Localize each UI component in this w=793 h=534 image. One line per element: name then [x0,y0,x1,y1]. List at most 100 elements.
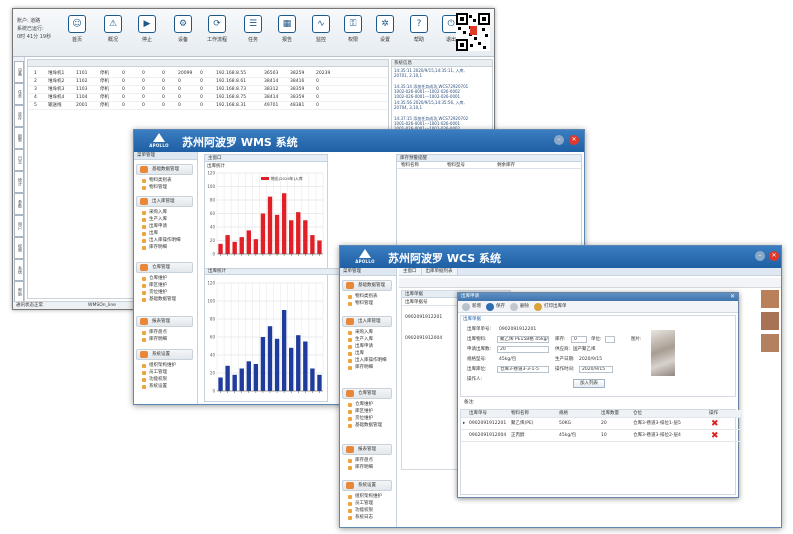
dialog-close-icon[interactable]: ✕ [730,293,735,301]
sidebar-item[interactable]: 基础数据管理 [142,297,176,303]
table-cell: 0 [162,95,165,100]
sidebar-section[interactable]: 基础数据管理 [342,280,392,291]
sidebar-item[interactable]: 库存明细 [348,365,373,371]
table-row[interactable]: 3 堆垛机3 1103 停机 0 0 0 0 0 192.168.8.73 38312 38359 0 [28,86,388,94]
sidebar-item[interactable]: 库存明细 [142,337,167,343]
y-tick-label: 80 [210,317,216,322]
vertical-tab[interactable]: 任务 [14,83,24,105]
delete-icon [510,303,518,311]
sidebar-section[interactable]: 出入库管理 [136,196,193,207]
sidebar-section[interactable]: 仓库管理 [136,262,193,273]
sidebar-item[interactable]: 基础数据管理 [348,423,382,429]
sidebar-section[interactable]: 系统设置 [342,480,392,491]
vertical-tab[interactable]: 权限 [14,237,24,259]
stop-icon: ▶ [138,15,156,33]
y-tick-label: 120 [207,281,215,286]
sidebar-item[interactable]: 库存明细 [348,465,373,471]
bar [218,243,223,254]
vertical-tab[interactable]: 参数 [14,193,24,215]
sidebar-item[interactable]: 仓库维护 [348,402,373,408]
sidebar-item[interactable]: 员工管理 [142,370,167,376]
delete-row-icon[interactable]: ✖ [711,430,719,442]
delete-button[interactable]: 删除 [510,303,529,311]
detail-row[interactable]: 0902091912004 正丙醇 45kg/包 10 仓库3-巷道3-排位2-层4 ✖ [461,430,741,442]
vertical-tab[interactable]: 帮助 [14,281,24,303]
sidebar-item[interactable]: 组织架构维护 [348,494,382,500]
toolbar-button-5[interactable]: ⟳ 工作流程 [197,15,237,43]
bar [303,341,308,391]
sidebar-section[interactable]: 仓库管理 [342,388,392,399]
sidebar-item[interactable]: 物料管理 [348,301,373,307]
location-select[interactable]: 仓库3-巷道3-3-1-5 [497,366,549,373]
sidebar-item[interactable]: 物料类别表 [142,178,172,184]
toolbar-button-3[interactable]: ▶ 停止 [127,15,167,43]
picture-label: 图片: [631,337,642,342]
vertical-tab[interactable]: 系统 [14,259,24,281]
vertical-tab[interactable]: 统计 [14,171,24,193]
delete-row-icon[interactable]: ✖ [711,418,719,430]
sidebar-item[interactable]: 出库 [142,231,158,237]
close-icon[interactable]: ✕ [569,135,579,145]
material-select[interactable]: 聚乙烯 PE15B格 45kg/包 [497,336,549,343]
sidebar-section[interactable]: 出入库管理 [342,316,392,327]
sidebar-item[interactable]: 生产入库 [348,337,373,343]
vertical-tab[interactable]: 设备 [14,61,24,83]
sidebar-item[interactable]: 货位维护 [348,416,373,422]
vertical-tab[interactable]: 库存 [14,105,24,127]
sidebar-item[interactable]: 采购入库 [348,330,373,336]
minimize-icon[interactable]: – [554,135,564,145]
sidebar-item[interactable]: 库区维护 [142,283,167,289]
tab-main[interactable]: 主窗口 [399,268,422,275]
qty-input[interactable]: 20 [497,346,549,353]
sidebar-item[interactable]: 系统设置 [142,384,167,390]
minimize-icon[interactable]: – [755,251,765,261]
sidebar-section[interactable]: 系统设置 [136,349,193,360]
sidebar-item[interactable]: 功能权限 [142,377,167,383]
add-to-list-button[interactable]: 加入列表 [573,379,605,388]
save-button[interactable]: 保存 [486,303,505,311]
sidebar-item[interactable]: 出入库操作明细 [348,358,387,364]
list-row[interactable]: 0902091912004 [405,336,442,341]
op-time-input[interactable]: 2020/9/15 [579,366,613,373]
table-row[interactable]: 5 输送线 2001 停机 0 0 0 0 0 192.168.8.31 49701 48381 0 [28,102,388,110]
dialog-title: 出库申请 ✕ [458,293,738,301]
sidebar-item[interactable]: 组织架构维护 [142,363,176,369]
sidebar-item[interactable]: 货位维护 [142,290,167,296]
vertical-tab[interactable]: 用户 [14,215,24,237]
detail-row[interactable]: ▸ 0902091912201 聚乙烯(PE) 50KG 20 仓库3-巷道3-排位1-层… [461,418,741,430]
sidebar-section[interactable]: 报表管理 [136,316,193,327]
sidebar-item[interactable]: 库存盘点 [348,458,373,464]
tab-outbound-list[interactable]: 出库单据列表 [421,268,458,275]
sidebar-item[interactable]: 生产入库 [142,217,167,223]
legend-swatch [261,177,269,180]
table-row[interactable]: 2 堆垛机2 1102 停机 0 0 0 0 0 192.168.8.61 38414 38416 0 [28,78,388,86]
sidebar-item[interactable]: 功能权限 [348,508,373,514]
vertical-tab[interactable]: 报警 [14,127,24,149]
sidebar-item[interactable]: 出库 [348,351,364,357]
print-button[interactable]: 打印出库单 [534,303,567,311]
sidebar-item[interactable]: 库存明细 [142,245,167,251]
close-icon[interactable]: ✕ [769,251,779,261]
sidebar-item[interactable]: 员工管理 [348,501,373,507]
sidebar-item[interactable]: 出库申请 [142,224,167,230]
new-button[interactable]: 新增 [462,303,481,311]
vertical-tab[interactable]: 日志 [14,149,24,171]
sidebar-section[interactable]: 报表管理 [342,444,392,455]
toolbar-button-1[interactable]: ☺ 首页 [57,15,97,43]
list-row[interactable]: 0902091912201 [405,315,442,320]
sidebar-item[interactable]: 库区维护 [348,409,373,415]
sidebar-item[interactable]: 出库申请 [348,344,373,350]
sidebar-item[interactable]: 物料类别表 [348,294,378,300]
section-label: 系统设置 [358,483,376,488]
table-row[interactable]: 4 堆垛机4 1104 停机 0 0 0 0 0 192.168.8.75 38414 38359 0 [28,94,388,102]
sidebar-item[interactable]: 库存盘点 [142,330,167,336]
table-cell: 0 [162,87,165,92]
sidebar-item[interactable]: 仓库维护 [142,276,167,282]
sidebar-item[interactable]: 出入库操作明细 [142,238,181,244]
operator-label: 操作人: [467,377,483,382]
sidebar-item[interactable]: 采购入库 [142,210,167,216]
sidebar-item[interactable]: 系统日志 [348,515,373,521]
sidebar-item[interactable]: 物料管理 [142,185,167,191]
table-row[interactable]: 1 堆垛机1 1101 停机 0 0 0 20099 0 192.168.8.55 36503 382… [28,70,388,78]
sidebar-section[interactable]: 基础数据管理 [136,164,193,175]
